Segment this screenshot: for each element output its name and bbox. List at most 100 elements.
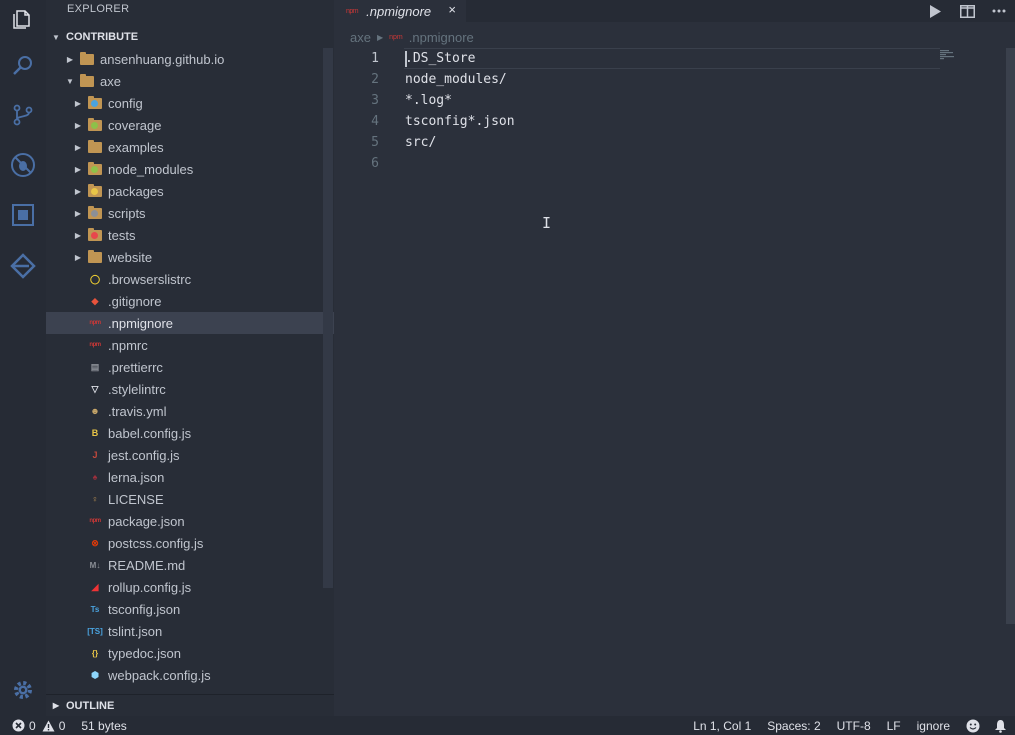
run-play-icon[interactable]	[919, 0, 951, 22]
sidebar-scrollbar[interactable]	[323, 48, 333, 588]
tree-folder[interactable]: ▶ coverage	[46, 114, 334, 136]
folder-node-icon	[88, 161, 102, 176]
folder-icon	[88, 249, 102, 264]
tree-file[interactable]: ♠ lerna.json	[46, 466, 334, 488]
error-icon	[12, 719, 25, 732]
tree-file[interactable]: Jjest.config.js	[46, 444, 334, 466]
language-mode[interactable]: ignore	[917, 719, 950, 733]
tree-file[interactable]: M↓ README.md	[46, 554, 334, 576]
jest-icon: J	[92, 450, 98, 460]
code-line[interactable]: 1 .DS_Store	[334, 48, 1006, 69]
cursor-position[interactable]: Ln 1, Col 1	[693, 719, 751, 733]
line-text: node_modules/	[405, 72, 507, 87]
minimap[interactable]	[940, 48, 960, 60]
tree-file[interactable]: Bbabel.config.js	[46, 422, 334, 444]
folder-icon	[88, 139, 102, 154]
folder-scripts-icon	[88, 205, 102, 220]
tree-file[interactable]: ◆ .gitignore	[46, 290, 334, 312]
tree-item-label: .travis.yml	[108, 403, 167, 419]
chevron-right-icon: ▶	[66, 54, 74, 64]
folder-config-icon	[88, 95, 102, 110]
tree-item-label: axe	[100, 73, 121, 89]
tree-folder[interactable]: ▶ scripts	[46, 202, 334, 224]
tree-file[interactable]: ☻ .travis.yml	[46, 400, 334, 422]
tree-file[interactable]: ⊗ postcss.config.js	[46, 532, 334, 554]
tree-file[interactable]: npm .npmrc	[46, 334, 334, 356]
debug-icon[interactable]	[8, 150, 38, 180]
tab-npmignore[interactable]: npm .npmignore ×	[334, 0, 466, 22]
search-icon[interactable]	[8, 51, 38, 81]
rollup-icon: ◢	[91, 581, 99, 592]
split-editor-icon[interactable]	[951, 0, 983, 22]
status-bar-right: Ln 1, Col 1 Spaces: 2 UTF-8 LF ignore	[693, 716, 1015, 735]
code-line[interactable]: 5 src/	[334, 132, 1006, 153]
editor-scrollbar[interactable]	[1006, 48, 1015, 624]
code-line[interactable]: 3 *.log*	[334, 90, 1006, 111]
tree-folder[interactable]: ▶ packages	[46, 180, 334, 202]
explorer-files-icon[interactable]	[8, 3, 38, 33]
code-line[interactable]: 2 node_modules/	[334, 69, 1006, 90]
tree-file[interactable]: {} typedoc.json	[46, 642, 334, 664]
tree-folder[interactable]: ▼ axe	[46, 70, 334, 92]
explorer-sidebar: EXPLORER ▼ CONTRIBUTE ▶ ansenhuang.github…	[46, 0, 334, 716]
text-caret	[405, 51, 407, 67]
tree-file[interactable]: ♀ LICENSE	[46, 488, 334, 510]
tree-file[interactable]: ▽ .stylelintrc	[46, 378, 334, 400]
tree-file[interactable]: npm .npmignore	[46, 312, 334, 334]
breadcrumb-folder[interactable]: axe	[350, 30, 371, 45]
remote-explorer-icon[interactable]	[8, 251, 38, 281]
line-text: *.log*	[405, 93, 452, 108]
outline-section-header[interactable]: ▶ OUTLINE	[46, 694, 334, 716]
chevron-right-icon: ▶	[74, 98, 82, 108]
source-control-icon[interactable]	[8, 100, 38, 130]
more-actions-icon[interactable]	[983, 0, 1015, 22]
notifications-bell-icon[interactable]	[994, 719, 1007, 733]
npm-icon: npm	[389, 33, 403, 41]
tree-folder[interactable]: ▶ node_modules	[46, 158, 334, 180]
tree-item-label: node_modules	[108, 161, 194, 177]
tree-item-label: postcss.config.js	[108, 535, 204, 551]
tree-folder[interactable]: ▶ website	[46, 246, 334, 268]
text-cursor-pointer-icon: I	[542, 214, 552, 232]
sidebar-title: EXPLORER	[67, 3, 130, 15]
code-editor[interactable]: 1 .DS_Store 2 node_modules/3 *.log* 4 tsconfig…	[334, 48, 1006, 174]
indentation[interactable]: Spaces: 2	[767, 719, 820, 733]
chevron-right-icon: ▶	[74, 208, 82, 218]
tree-file[interactable]: ◯ .browserslistrc	[46, 268, 334, 290]
chevron-down-icon: ▼	[66, 76, 74, 86]
tree-folder[interactable]: ▶ ansenhuang.github.io	[46, 48, 334, 70]
tree-item-label: .prettierrc	[108, 359, 163, 375]
tree-item-label: ansenhuang.github.io	[100, 51, 225, 67]
npm-icon: npm	[89, 342, 101, 348]
feedback-smiley-icon[interactable]	[966, 719, 980, 733]
breadcrumb-file[interactable]: .npmignore	[409, 30, 474, 45]
settings-gear-icon[interactable]	[8, 675, 38, 705]
encoding[interactable]: UTF-8	[837, 719, 871, 733]
line-text: tsconfig*.json	[405, 114, 515, 129]
problems-status[interactable]: 0 0	[12, 719, 65, 733]
close-tab-icon[interactable]: ×	[448, 2, 456, 17]
git-icon: ◆	[91, 295, 99, 306]
tree-file[interactable]: npm package.json	[46, 510, 334, 532]
file-size[interactable]: 51 bytes	[81, 719, 126, 733]
extensions-icon[interactable]	[8, 200, 38, 230]
tree-file[interactable]: Ts tsconfig.json	[46, 598, 334, 620]
chevron-right-icon: ▶	[74, 120, 82, 130]
tree-folder[interactable]: ▶ config	[46, 92, 334, 114]
travis-icon: ☻	[90, 406, 100, 416]
breadcrumb: axe ▶ npm .npmignore	[350, 28, 474, 46]
tree-item-label: tests	[108, 227, 136, 243]
tree-item-label: .gitignore	[108, 293, 162, 309]
tree-folder[interactable]: ▶ tests	[46, 224, 334, 246]
line-ending[interactable]: LF	[887, 719, 901, 733]
tree-file[interactable]: ◢ rollup.config.js	[46, 576, 334, 598]
tree-file[interactable]: [TS] tslint.json	[46, 620, 334, 642]
tree-file[interactable]: ⬢ webpack.config.js	[46, 664, 334, 686]
code-line[interactable]: 4 tsconfig*.json	[334, 111, 1006, 132]
browserslist-icon: ◯	[89, 273, 101, 284]
tree-folder[interactable]: ▶ examples	[46, 136, 334, 158]
tree-file[interactable]: ▤ .prettierrc	[46, 356, 334, 378]
code-line[interactable]: 6	[334, 153, 1006, 174]
status-bar: 0 0 51 bytes Ln 1, Col 1 Spaces: 2 UTF-8…	[0, 716, 1015, 735]
workspace-section-header[interactable]: ▼ CONTRIBUTE	[46, 27, 334, 47]
